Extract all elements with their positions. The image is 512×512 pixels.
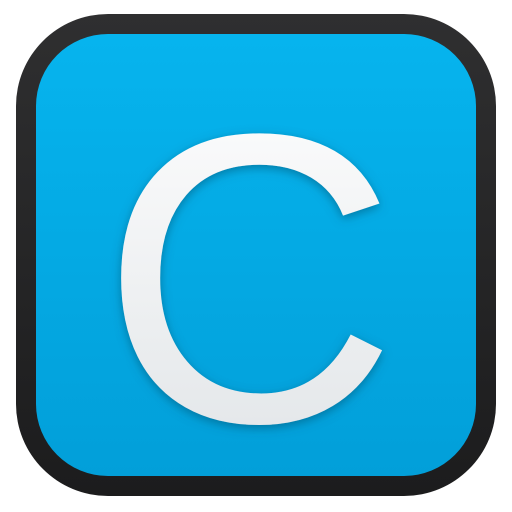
app-icon-canvas: C (0, 0, 512, 512)
app-icon[interactable]: C (0, 0, 512, 512)
icon-letter: C (100, 49, 398, 509)
